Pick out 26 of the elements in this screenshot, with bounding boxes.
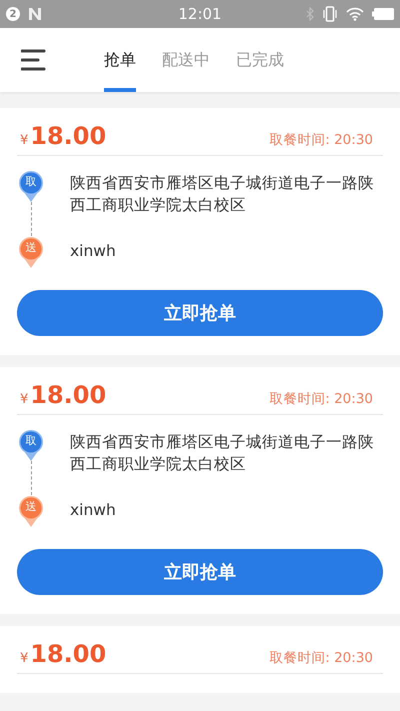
tab[interactable]: 抢单: [104, 28, 136, 92]
notification-badge: 2: [6, 7, 20, 21]
bluetooth-icon: [306, 7, 314, 21]
vibrate-icon: [322, 6, 338, 22]
pickup-time: 取餐时间: 20:30: [269, 131, 373, 149]
grab-order-button[interactable]: 立即抢单: [17, 549, 383, 595]
price: 18.00: [30, 122, 106, 150]
currency-symbol: ¥: [20, 651, 28, 666]
price: 18.00: [30, 381, 106, 409]
tab[interactable]: 配送中: [162, 28, 210, 92]
tab[interactable]: 已完成: [236, 28, 284, 92]
price: 18.00: [30, 640, 106, 668]
grab-order-button[interactable]: 立即抢单: [17, 290, 383, 336]
address-text: xinwh: [69, 500, 117, 521]
status-time: 12:01: [177, 5, 223, 23]
battery-icon: [372, 8, 394, 20]
address-text: xinwh: [69, 241, 117, 262]
wifi-icon: [346, 7, 364, 21]
menu-icon[interactable]: [21, 49, 47, 71]
n-logo-icon: [28, 7, 42, 21]
pickup-time: 取餐时间: 20:30: [269, 390, 373, 408]
pickup-time: 取餐时间: 20:30: [269, 649, 373, 667]
address-text: 陕西省西安市雁塔区电子城街道电子一路陕西工商职业学院太白校区: [69, 432, 375, 475]
address-text: 陕西省西安市雁塔区电子城街道电子一路陕西工商职业学院太白校区: [69, 173, 375, 216]
currency-symbol: ¥: [20, 392, 28, 407]
currency-symbol: ¥: [20, 133, 28, 148]
